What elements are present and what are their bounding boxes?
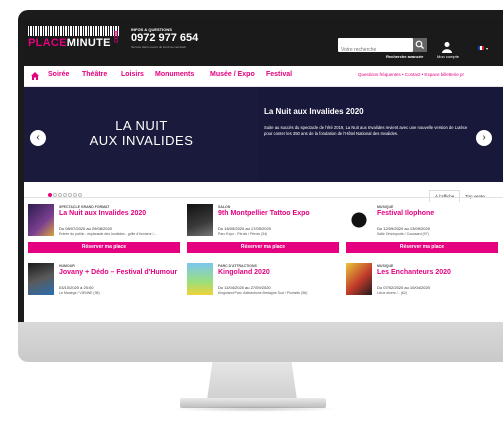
search-icon xyxy=(415,40,424,49)
event-date: Du 07/02/2020 au 10/04/2020 xyxy=(377,285,430,290)
event-place: Kingoland Parc d'attractions Bretagne Su… xyxy=(218,291,308,295)
event-title[interactable]: Kingoland 2020 xyxy=(218,269,270,276)
carousel-next-button[interactable]: › xyxy=(476,130,492,146)
hero-image-line2: AUX INVALIDES xyxy=(89,133,194,148)
event-place: Lieux divers / - (62) xyxy=(377,291,407,295)
event-place: Salle Omnisports / Coussard (97) xyxy=(377,232,429,236)
event-date: Du 12/09/2020 au 13/09/2020 xyxy=(377,226,430,231)
event-card[interactable]: PARC D'ATTRACTIONS Kingoland 2020 Du 11/… xyxy=(187,263,339,313)
listing-tabs: À l'afficheTop vente xyxy=(429,185,490,203)
event-title[interactable]: Les Enchanteurs 2020 xyxy=(377,269,451,276)
monitor-stand xyxy=(207,362,297,400)
event-thumbnail[interactable] xyxy=(187,263,213,295)
website-screen: PLACEMINUTE .COM INFOS & QUESTIONS 0972 … xyxy=(24,20,503,322)
event-category: MUSIQUE xyxy=(377,205,394,209)
chevron-down-icon[interactable]: ▾ xyxy=(486,46,488,51)
event-category: PARC D'ATTRACTIONS xyxy=(218,264,257,268)
event-card[interactable]: SPECTACLE GRAND FORMAT La Nuit aux Inval… xyxy=(28,204,180,254)
event-card[interactable]: MUSIQUE Les Enchanteurs 2020 Du 07/02/20… xyxy=(346,263,498,313)
event-card[interactable]: SALON 9th Montpellier Tattoo Expo Du 16/… xyxy=(187,204,339,254)
search-box xyxy=(338,38,415,56)
tab-a-l-affiche[interactable]: À l'affiche xyxy=(429,190,461,202)
event-place: Parc Expo - Pérols / Pérols (34) xyxy=(218,232,268,236)
event-title[interactable]: La Nuit aux Invalides 2020 xyxy=(59,210,146,217)
monitor-chin xyxy=(18,322,503,362)
logo-barcode-icon[interactable] xyxy=(28,26,120,36)
book-button[interactable]: Réserver ma place xyxy=(187,242,339,253)
event-title[interactable]: Jovany + Dédo – Festival d'Humour xyxy=(59,269,177,276)
french-flag-icon[interactable] xyxy=(478,46,484,50)
main-nav: Soirée Théâtre Loisirs Monuments Musée /… xyxy=(24,66,503,87)
nav-item-loisirs[interactable]: Loisirs xyxy=(121,71,144,78)
book-button[interactable]: Réserver ma place xyxy=(346,242,498,253)
nav-item-theatre[interactable]: Théâtre xyxy=(82,71,107,78)
carousel-prev-button[interactable]: ‹ xyxy=(30,130,46,146)
event-place: Entrée du public : esplanade des Invalid… xyxy=(59,232,157,236)
hero-carousel: LA NUIT AUX INVALIDES La Nuit aux Invali… xyxy=(24,87,503,182)
logo-com: .COM xyxy=(114,31,120,45)
event-title[interactable]: 9th Montpellier Tattoo Expo xyxy=(218,210,310,217)
event-category: SALON xyxy=(218,205,231,209)
event-title[interactable]: Festival Ilophone xyxy=(377,210,434,217)
tab-divider xyxy=(24,197,503,198)
phone-number[interactable]: 0972 977 654 xyxy=(131,32,198,44)
nav-secondary-links[interactable]: Questions fréquentes • Contact • Espace … xyxy=(358,72,464,77)
home-icon[interactable] xyxy=(31,72,39,80)
header-bar: PLACEMINUTE .COM INFOS & QUESTIONS 0972 … xyxy=(24,20,503,66)
monitor-shadow xyxy=(170,406,340,412)
event-card[interactable]: HUMOUR Jovany + Dédo – Festival d'Humour… xyxy=(28,263,180,313)
hero-image-line1: LA NUIT xyxy=(115,118,168,133)
event-date: Du 11/04/2020 au 27/09/2020 xyxy=(218,285,271,290)
event-place: Le Manège / VIENNE (38) xyxy=(59,291,100,295)
event-thumbnail[interactable] xyxy=(346,263,372,295)
event-date: 03/10/2020 à 20:00 xyxy=(59,285,94,290)
event-date: Du 16/05/2020 au 17/05/2020 xyxy=(218,226,271,231)
event-date: Du 08/07/2020 au 29/08/2020 xyxy=(59,226,112,231)
book-button[interactable]: Réserver ma place xyxy=(28,242,180,253)
advanced-search-link[interactable]: Recherche avancée xyxy=(386,54,423,59)
hero-image[interactable]: LA NUIT AUX INVALIDES xyxy=(24,87,259,182)
carousel-dots xyxy=(48,184,83,197)
hero-heading[interactable]: La Nuit aux Invalides 2020 xyxy=(264,107,364,116)
user-icon xyxy=(442,42,452,53)
event-thumbnail[interactable] xyxy=(28,263,54,295)
event-thumbnail[interactable] xyxy=(28,204,54,236)
nav-item-monuments[interactable]: Monuments xyxy=(155,71,194,78)
event-category: SPECTACLE GRAND FORMAT xyxy=(59,205,110,209)
event-thumbnail[interactable] xyxy=(187,204,213,236)
search-button[interactable] xyxy=(413,38,427,52)
event-category: MUSIQUE xyxy=(377,264,394,268)
hero-description: Suite au succès du spectacle de l'été 20… xyxy=(264,125,468,136)
info-subtext: Service client ouvert du lundi au vendre… xyxy=(131,45,186,49)
product-mockup: PLACEMINUTE .COM INFOS & QUESTIONS 0972 … xyxy=(0,0,503,429)
site-logo[interactable]: PLACEMINUTE xyxy=(28,37,111,49)
nav-item-musee-expo[interactable]: Musée / Expo xyxy=(210,71,255,78)
nav-item-soiree[interactable]: Soirée xyxy=(48,71,69,78)
logo-prefix: PLACE xyxy=(28,37,67,49)
event-card[interactable]: MUSIQUE Festival Ilophone Du 12/09/2020 … xyxy=(346,204,498,254)
nav-item-festival[interactable]: Festival xyxy=(266,71,292,78)
logo-suffix: MINUTE xyxy=(66,37,111,49)
event-category: HUMOUR xyxy=(59,264,75,268)
event-thumbnail[interactable] xyxy=(346,204,372,236)
account-label[interactable]: Mon compte xyxy=(431,54,465,59)
